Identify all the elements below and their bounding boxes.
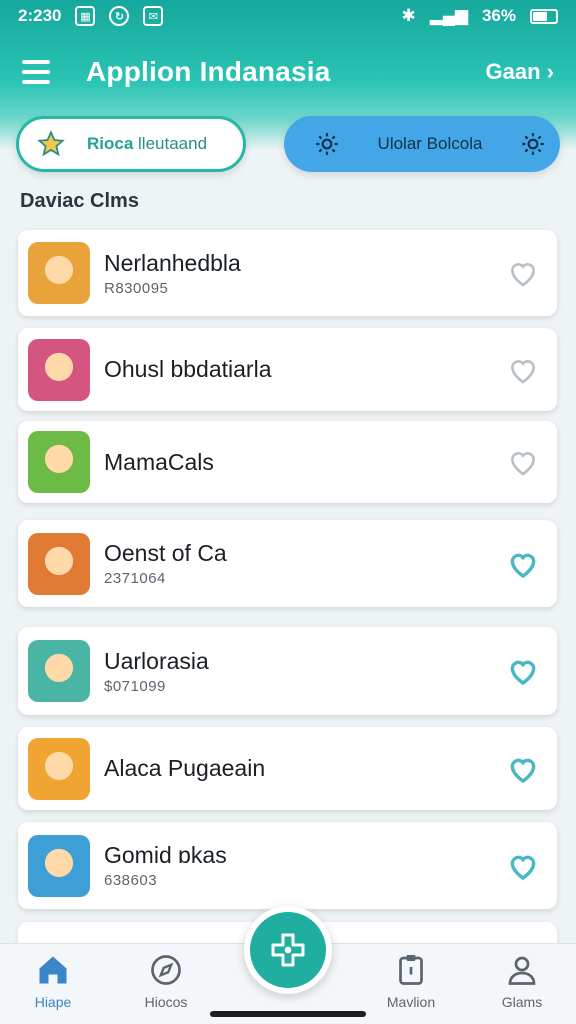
game-text: Alaca Pugaeain [104, 755, 265, 782]
settings-icon [522, 133, 544, 155]
game-name: Alaca Pugaeain [104, 755, 266, 781]
game-thumbnail [28, 431, 90, 493]
heart-filled-icon[interactable] [507, 754, 539, 784]
game-name: Nerlanhedbla [104, 249, 241, 276]
game-thumbnail [28, 737, 90, 800]
segment-left-label: Rioca lleutaand [87, 134, 208, 153]
nav-discover-label: Hiocos [144, 994, 188, 1010]
game-name: Ohusl bbdatiarla [104, 356, 272, 382]
game-subtitle: R830095 [104, 279, 169, 297]
list-item[interactable]: Uarlorasia $071099 [18, 627, 557, 715]
bluetooth-icon: ✱ [401, 6, 416, 25]
app-bar: Applion Indanasia Gaan › [0, 44, 576, 100]
game-text: Uarlorasia $071099 [104, 648, 209, 695]
heart-outline-icon[interactable] [507, 258, 539, 288]
notification-icon: ✉ [143, 6, 164, 26]
segment-right-button[interactable]: Ulolar Bolcola [284, 116, 560, 172]
heart-filled-icon[interactable] [507, 851, 539, 881]
status-time: 2:230 [18, 6, 62, 25]
section-title: Daviac Clms [20, 190, 139, 212]
home-icon [39, 956, 67, 984]
game-thumbnail [28, 338, 90, 401]
segment-left-button[interactable]: Rioca lleutaand [16, 116, 246, 172]
list-item[interactable]: MamaCals [18, 421, 557, 503]
status-bar: 2:230 ▦ ↻ ✉ ✱ ▂▄▆ 36% [0, 0, 576, 32]
nav-home[interactable]: Hiape [8, 952, 98, 1010]
list-item[interactable]: Gomid ɒkas 638603 [18, 822, 557, 909]
gear-icon [316, 133, 338, 155]
list-item[interactable]: Ohusl bbdatiarla [18, 328, 557, 411]
battery-percent: 36% [481, 6, 516, 25]
game-thumbnail [28, 640, 90, 702]
game-text: Gomid ɒkas 638603 [104, 842, 227, 889]
app-title: Applion Indanasia [86, 56, 331, 87]
nav-discover[interactable]: Hiocos [121, 952, 211, 1010]
clipboard-icon [399, 955, 423, 985]
heart-outline-icon[interactable] [507, 355, 539, 385]
game-subtitle: 2371064 [104, 570, 166, 587]
heart-filled-icon[interactable] [507, 549, 539, 579]
sync-icon: ↻ [109, 6, 130, 26]
heart-outline-icon[interactable] [507, 447, 539, 477]
game-name: Oenst of Ca [104, 540, 227, 566]
game-name: Gomid ɒkas [104, 842, 227, 868]
person-icon [508, 956, 536, 985]
heart-filled-icon[interactable] [507, 656, 539, 686]
signal-icon: ▂▄▆ [429, 6, 468, 25]
battery-icon [530, 8, 558, 24]
star-icon [37, 130, 65, 157]
segment-control: Rioca lleutaand Ulolar Bolcola [16, 116, 560, 172]
game-subtitle: 638603 [104, 872, 158, 889]
game-thumbnail [28, 834, 90, 897]
list-item[interactable]: Nerlanhedbla R830095 [18, 230, 557, 316]
gamepad-fab-button[interactable] [244, 906, 332, 994]
segment-right-label: Ulolar Bolcola [377, 134, 483, 153]
nav-mission[interactable]: Mavlion [366, 952, 456, 1010]
game-name: MamaCals [104, 448, 214, 475]
menu-icon[interactable] [22, 60, 50, 84]
game-thumbnail [28, 532, 90, 595]
game-text: Ohusl bbdatiarla [104, 356, 272, 383]
list-item[interactable]: Alaca Pugaeain [18, 727, 557, 810]
compass-icon [151, 955, 181, 985]
nav-mission-label: Mavlion [386, 994, 436, 1010]
game-thumbnail [28, 242, 90, 304]
game-text: Oenst of Ca 2371064 [104, 540, 227, 587]
game-text: Nerlanhedbla R830095 [104, 250, 241, 297]
game-subtitle: $071099 [104, 677, 166, 695]
header-action-button[interactable]: Gaan › [486, 59, 554, 85]
list-item[interactable]: Oenst of Ca 2371064 [18, 520, 557, 607]
nav-profile-label: Glams [501, 994, 543, 1010]
nav-profile[interactable]: Glams [477, 952, 567, 1010]
game-text: MamaCals [104, 449, 214, 476]
home-indicator [210, 1011, 366, 1017]
nav-home-label: Hiape [34, 994, 72, 1010]
gallery-icon: ▦ [75, 6, 96, 26]
gamepad-icon [271, 933, 305, 967]
game-name: Uarlorasia [104, 647, 209, 674]
